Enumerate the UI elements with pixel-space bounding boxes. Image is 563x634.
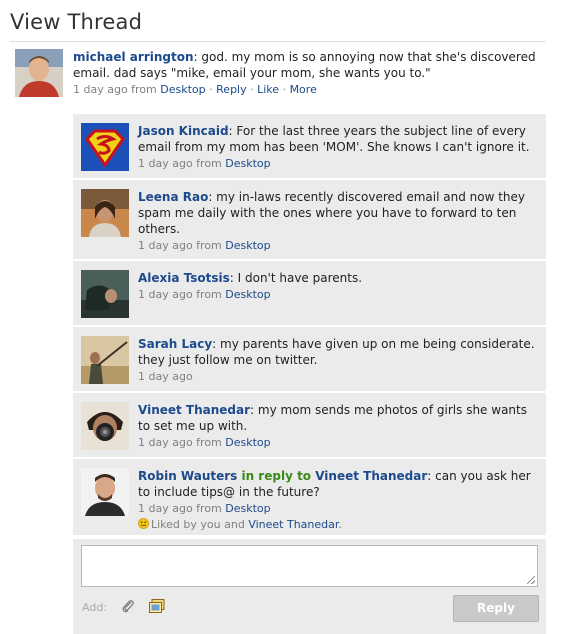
reply-time: 1 day ago from — [138, 239, 226, 252]
avatar-robin-wauters[interactable] — [81, 468, 129, 516]
smiley-icon — [138, 518, 149, 529]
reply-time: 1 day ago from — [138, 157, 226, 170]
source-link[interactable]: Desktop — [225, 502, 270, 515]
avatar-jason-kincaid[interactable] — [81, 123, 129, 171]
source-link[interactable]: Desktop — [225, 288, 270, 301]
reply-time: 1 day ago from — [138, 288, 226, 301]
avatar-alexia-tsotsis[interactable] — [81, 270, 129, 318]
add-label: Add: — [82, 601, 108, 614]
reply-author[interactable]: Vineet Thanedar — [138, 403, 250, 417]
source-link[interactable]: Desktop — [225, 157, 270, 170]
source-link[interactable]: Desktop — [225, 436, 270, 449]
reply-author[interactable]: Robin Wauters — [138, 469, 237, 483]
avatar-leena-rao[interactable] — [81, 189, 129, 237]
liked-prefix: Liked by you and — [151, 518, 249, 531]
liked-by-user[interactable]: Vineet Thanedar — [248, 518, 338, 531]
textarea-resize-icon[interactable] — [527, 576, 535, 584]
reply-time: 1 day ago from — [138, 502, 226, 515]
paperclip-icon[interactable] — [121, 599, 135, 613]
reply-item: Leena Rao: my in-laws recently discovere… — [73, 180, 546, 261]
reply-item: Robin Wauters in reply to Vineet Thaneda… — [73, 459, 546, 537]
avatar-michael-arrington[interactable] — [15, 49, 63, 97]
reply-author[interactable]: Jason Kincaid — [138, 124, 229, 138]
in-reply-to-author[interactable]: Vineet Thanedar — [315, 469, 427, 483]
page-header: View Thread — [10, 10, 546, 42]
separator: · — [205, 83, 217, 96]
original-post: michael arrington: god. my mom is so ann… — [15, 49, 545, 99]
reply-item: Jason Kincaid: For the last three years … — [73, 114, 546, 180]
reply-text: : I don't have parents. — [229, 271, 363, 285]
post-author[interactable]: michael arrington — [73, 50, 194, 64]
reply-time: 1 day ago — [138, 370, 193, 383]
liked-by: Liked by you and Vineet Thanedar. — [138, 517, 538, 532]
reply-link[interactable]: Reply — [216, 83, 246, 96]
reply-item: Sarah Lacy: my parents have given up on … — [73, 327, 546, 393]
reply-list: Jason Kincaid: For the last three years … — [73, 114, 546, 537]
source-link[interactable]: Desktop — [225, 239, 270, 252]
reply-author[interactable]: Leena Rao — [138, 190, 208, 204]
reply-author[interactable]: Sarah Lacy — [138, 337, 212, 351]
avatar-sarah-lacy[interactable] — [81, 336, 129, 384]
separator: · — [279, 83, 290, 96]
reply-author[interactable]: Alexia Tsotsis — [138, 271, 230, 285]
reply-button[interactable]: Reply — [453, 595, 539, 622]
post-time: 1 day ago from — [73, 83, 161, 96]
like-link[interactable]: Like — [257, 83, 279, 96]
reply-time: 1 day ago from — [138, 436, 226, 449]
reply-item: Alexia Tsotsis: I don't have parents. 1 … — [73, 261, 546, 327]
avatar-vineet-thanedar[interactable] — [81, 402, 129, 450]
reply-item: Vineet Thanedar: my mom sends me photos … — [73, 393, 546, 459]
separator: · — [246, 83, 258, 96]
more-link[interactable]: More — [290, 83, 317, 96]
page-title: View Thread — [10, 10, 143, 34]
in-reply-to-label: in reply to — [237, 469, 316, 483]
reply-textarea[interactable] — [81, 545, 538, 587]
source-link[interactable]: Desktop — [160, 83, 205, 96]
post-meta: 1 day ago from Desktop · Reply · Like · … — [73, 82, 543, 97]
liked-suffix: . — [338, 518, 342, 531]
photo-icon[interactable] — [149, 599, 165, 613]
reply-composer: Add: Reply — [73, 539, 546, 634]
